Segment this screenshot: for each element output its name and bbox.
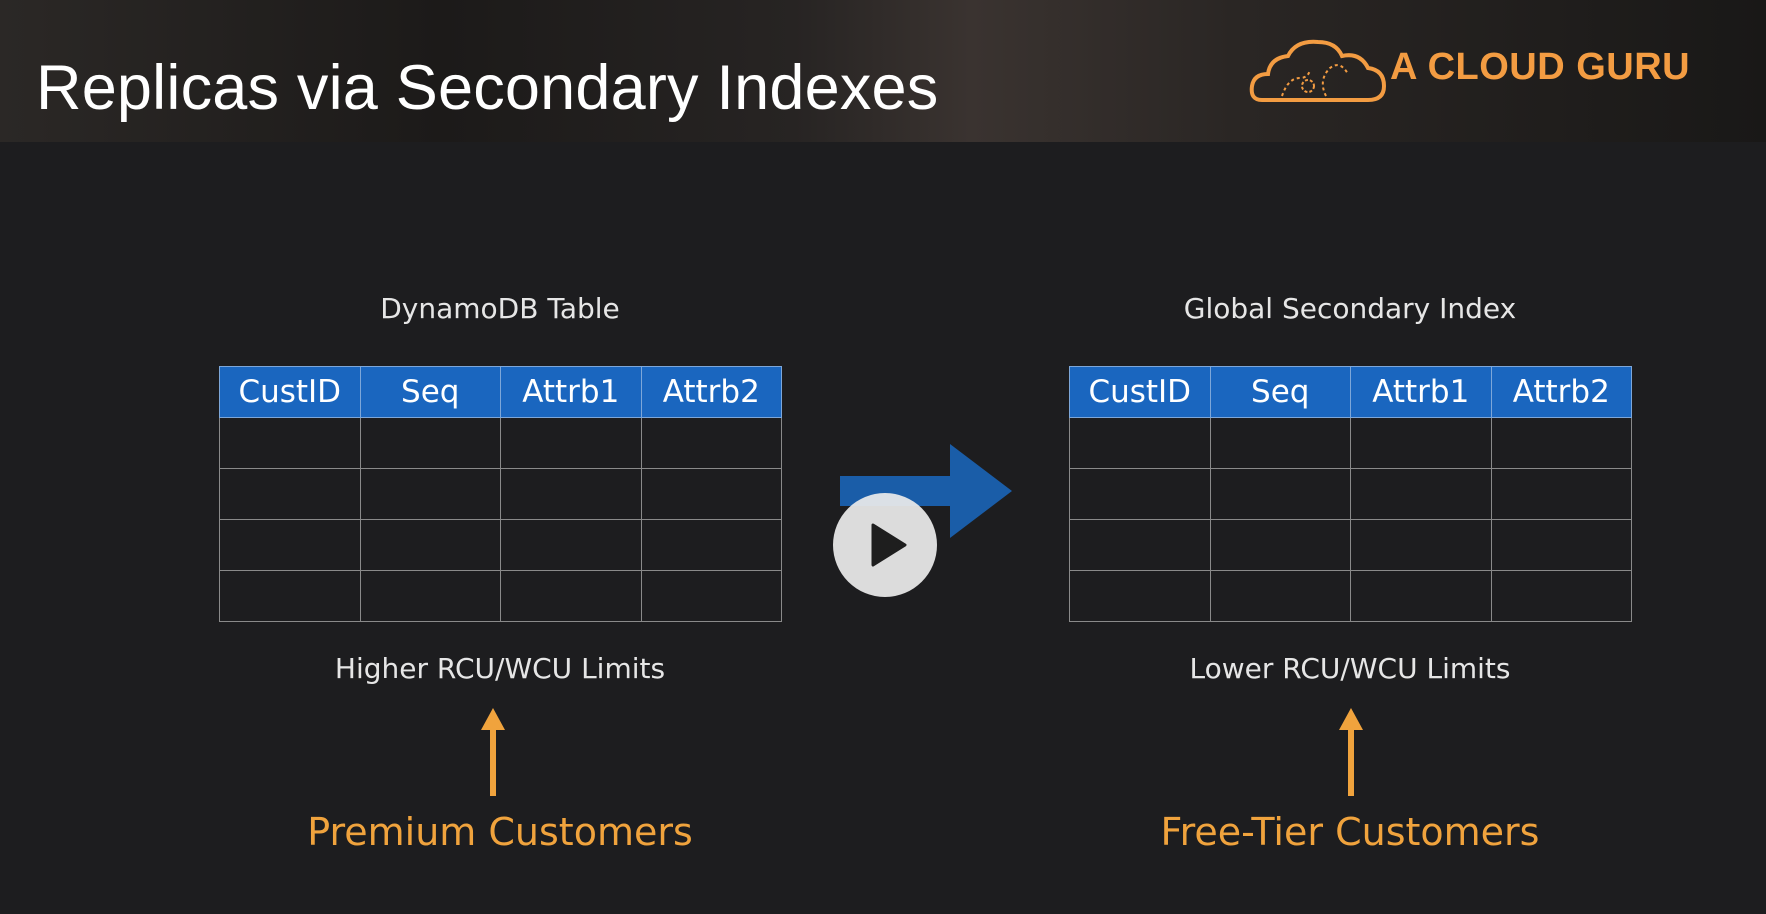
column-header: Seq	[359, 366, 501, 418]
table-header-row: CustID Seq Attrb1 Attrb2	[219, 366, 782, 418]
table-row	[1069, 570, 1632, 622]
table-cell	[500, 519, 642, 571]
left-limits-label: Higher RCU/WCU Limits	[334, 652, 666, 685]
table-row	[219, 570, 782, 622]
table-cell	[1350, 519, 1492, 571]
premium-customers-label: Premium Customers	[307, 810, 693, 854]
table-cell	[1209, 417, 1351, 469]
table-cell	[359, 519, 501, 571]
table-cell	[640, 417, 782, 469]
table-cell	[640, 519, 782, 571]
table-cell	[640, 468, 782, 520]
table-row	[1069, 417, 1632, 469]
table-cell	[359, 417, 501, 469]
table-cell	[1490, 519, 1632, 571]
up-arrow-icon	[481, 708, 505, 796]
table-cell	[1069, 417, 1211, 469]
table-cell	[359, 468, 501, 520]
table-cell	[500, 417, 642, 469]
column-header: Attrb2	[640, 366, 782, 418]
free-tier-customers-label: Free-Tier Customers	[1160, 810, 1540, 854]
column-header: Seq	[1209, 366, 1351, 418]
table-cell	[640, 570, 782, 622]
play-icon	[871, 523, 907, 567]
table-cell	[500, 468, 642, 520]
play-button[interactable]	[833, 493, 937, 597]
table-cell	[500, 570, 642, 622]
table-cell	[219, 468, 361, 520]
dynamodb-table: CustID Seq Attrb1 Attrb2	[219, 366, 782, 622]
table-row	[219, 417, 782, 469]
table-cell	[1350, 417, 1492, 469]
column-header: Attrb2	[1490, 366, 1632, 418]
up-arrow-icon	[1339, 708, 1363, 796]
table-cell	[1350, 468, 1492, 520]
table-cell	[219, 570, 361, 622]
table-cell	[219, 519, 361, 571]
table-row	[219, 519, 782, 571]
table-cell	[1069, 519, 1211, 571]
cloud-logo-icon	[1249, 39, 1387, 102]
table-cell	[1209, 468, 1351, 520]
column-header: Attrb1	[500, 366, 642, 418]
table-cell	[1490, 570, 1632, 622]
table-cell	[1350, 570, 1492, 622]
table-cell	[1209, 570, 1351, 622]
table-row	[1069, 519, 1632, 571]
left-table-caption: DynamoDB Table	[380, 292, 620, 325]
table-cell	[1069, 468, 1211, 520]
table-cell	[1490, 468, 1632, 520]
column-header: CustID	[1069, 366, 1211, 418]
brand-name: A CLOUD GURU	[1390, 46, 1691, 88]
table-row	[219, 468, 782, 520]
table-header-row: CustID Seq Attrb1 Attrb2	[1069, 366, 1632, 418]
table-row	[1069, 468, 1632, 520]
table-cell	[219, 417, 361, 469]
right-limits-label: Lower RCU/WCU Limits	[1189, 652, 1511, 685]
table-cell	[1490, 417, 1632, 469]
table-cell	[1069, 570, 1211, 622]
column-header: Attrb1	[1350, 366, 1492, 418]
table-cell	[359, 570, 501, 622]
global-secondary-index-table: CustID Seq Attrb1 Attrb2	[1069, 366, 1632, 622]
table-cell	[1209, 519, 1351, 571]
column-header: CustID	[219, 366, 361, 418]
slide-title: Replicas via Secondary Indexes	[36, 53, 939, 123]
right-table-caption: Global Secondary Index	[1183, 292, 1517, 325]
